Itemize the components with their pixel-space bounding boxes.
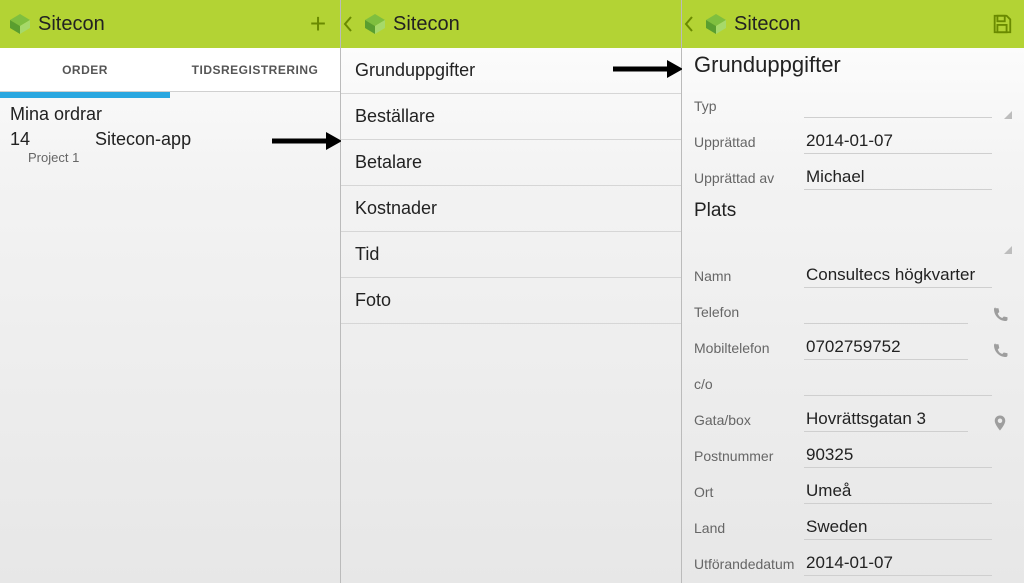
label-ort: Ort [694, 484, 804, 504]
value-namn: Consultecs högkvarter [804, 262, 1012, 288]
order-project: Project 1 [10, 150, 330, 165]
section-label: Mina ordrar [0, 98, 340, 127]
header-title: Sitecon [734, 13, 801, 36]
tabs: ORDER TIDSREGISTRERING [0, 48, 340, 92]
screen-form: Sitecon Grunduppgifter Typ Upprättad 201… [682, 0, 1024, 583]
field-land[interactable]: Land Sweden [694, 506, 1012, 540]
menu-item-tid[interactable]: Tid [341, 232, 681, 278]
phone-icon[interactable] [988, 342, 1012, 360]
field-postnummer[interactable]: Postnummer 90325 [694, 434, 1012, 468]
label-co: c/o [694, 376, 804, 396]
field-upprattad[interactable]: Upprättad 2014-01-07 [694, 120, 1012, 154]
value-postnummer: 90325 [804, 442, 1012, 468]
field-co[interactable]: c/o [694, 362, 1012, 396]
app-logo-icon [8, 12, 32, 36]
tab-tidsregistrering[interactable]: TIDSREGISTRERING [170, 48, 340, 91]
label-land: Land [694, 520, 804, 540]
header-title: Sitecon [393, 13, 460, 36]
menu-item-betalare[interactable]: Betalare [341, 140, 681, 186]
label-postnummer: Postnummer [694, 448, 804, 468]
app-logo-icon [704, 12, 728, 36]
header-bar: Sitecon + [0, 0, 340, 48]
menu-item-grunduppgifter[interactable]: Grunduppgifter [341, 48, 681, 94]
field-telefon[interactable]: Telefon [694, 290, 1012, 324]
screen-order-menu: Sitecon Grunduppgifter Beställare Betala… [341, 0, 682, 583]
tab-order[interactable]: ORDER [0, 48, 170, 91]
section-title-plats: Plats [694, 200, 1012, 222]
back-button[interactable] [341, 0, 355, 48]
field-gata[interactable]: Gata/box Hovrättsgatan 3 [694, 398, 1012, 432]
label-utforandedatum: Utförandedatum [694, 556, 804, 576]
field-ort[interactable]: Ort Umeå [694, 470, 1012, 504]
order-name: Sitecon-app [95, 129, 191, 149]
app-logo-icon [363, 12, 387, 36]
back-button[interactable] [682, 0, 696, 48]
value-gata: Hovrättsgatan 3 [804, 406, 988, 432]
value-utforandedatum: 2014-01-07 [804, 550, 1012, 576]
map-pin-icon[interactable] [988, 414, 1012, 432]
save-button[interactable] [980, 0, 1024, 48]
field-namn[interactable]: Namn Consultecs högkvarter [694, 254, 1012, 288]
menu-item-kostnader[interactable]: Kostnader [341, 186, 681, 232]
order-row[interactable]: 14 Sitecon-app Project 1 [0, 127, 340, 165]
header-bar: Sitecon [341, 0, 681, 48]
label-namn: Namn [694, 268, 804, 288]
order-number: 14 [10, 129, 90, 150]
label-typ: Typ [694, 98, 804, 118]
value-upprattad: 2014-01-07 [804, 128, 1012, 154]
label-upprattad-av: Upprättad av [694, 170, 804, 190]
value-ort: Umeå [804, 478, 1012, 504]
phone-icon[interactable] [988, 306, 1012, 324]
add-button[interactable]: + [296, 0, 340, 48]
value-upprattad-av: Michael [804, 164, 1012, 190]
value-land: Sweden [804, 514, 1012, 540]
form: Grunduppgifter Typ Upprättad 2014-01-07 … [682, 48, 1024, 576]
label-gata: Gata/box [694, 412, 804, 432]
menu-item-foto[interactable]: Foto [341, 278, 681, 324]
plus-icon: + [310, 10, 326, 38]
label-mobil: Mobiltelefon [694, 340, 804, 360]
screen-order-list: Sitecon + ORDER TIDSREGISTRERING Mina or… [0, 0, 341, 583]
field-mobil[interactable]: Mobiltelefon 0702759752 [694, 326, 1012, 360]
menu-item-bestallare[interactable]: Beställare [341, 94, 681, 140]
label-telefon: Telefon [694, 304, 804, 324]
field-upprattad-av[interactable]: Upprättad av Michael [694, 156, 1012, 190]
header-bar: Sitecon [682, 0, 1024, 48]
value-mobil: 0702759752 [804, 334, 988, 360]
field-typ[interactable]: Typ [694, 84, 1012, 118]
tab-indicator [0, 92, 340, 98]
label-upprattad: Upprättad [694, 134, 804, 154]
form-title: Grunduppgifter [694, 52, 1012, 78]
header-title: Sitecon [38, 13, 105, 36]
field-utforandedatum[interactable]: Utförandedatum 2014-01-07 [694, 542, 1012, 576]
